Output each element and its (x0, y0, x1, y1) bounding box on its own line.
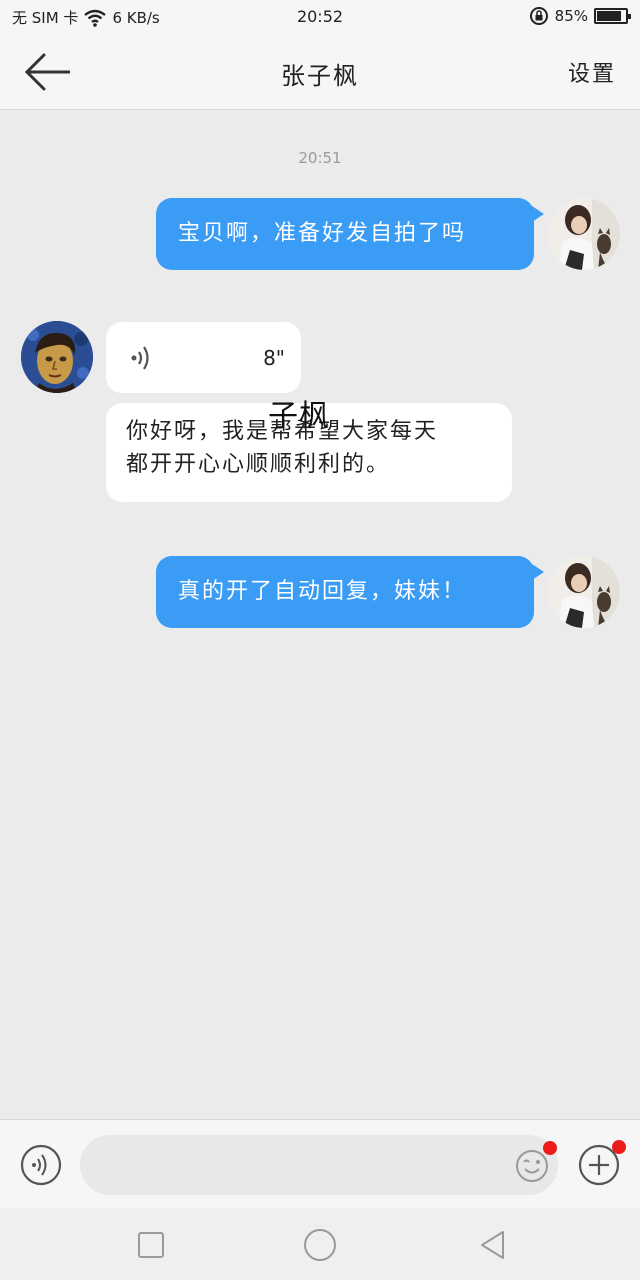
voice-input-button[interactable] (20, 1144, 62, 1190)
status-right: 85% (529, 6, 631, 26)
battery-icon (594, 8, 631, 24)
voice-wave-icon (131, 346, 149, 370)
battery-fill (597, 11, 621, 21)
recent-apps-button[interactable] (137, 1231, 165, 1263)
circle-icon (304, 1229, 336, 1261)
input-bar (0, 1119, 640, 1208)
friend-avatar[interactable] (21, 321, 93, 393)
chat-area[interactable]: 20:51 宝贝啊，准备好发自拍了吗 8" 你好呀，我是帮希望大家每天 都开开心… (0, 111, 640, 1119)
voice-duration: 8" (263, 346, 285, 370)
avatar-painting (21, 321, 93, 393)
status-bar: 无 SIM 卡 6 KB/s 20:52 85% (0, 0, 640, 34)
system-back-button[interactable] (478, 1229, 506, 1265)
voice-icon (20, 1144, 62, 1186)
avatar-photo (548, 556, 620, 628)
home-button[interactable] (303, 1228, 337, 1266)
emoji-badge (543, 1141, 557, 1155)
my-avatar[interactable] (548, 198, 620, 270)
overlay-signature-text: 子枫 (268, 399, 330, 434)
message-timestamp: 20:51 (298, 149, 342, 167)
outgoing-message[interactable]: 宝贝啊，准备好发自拍了吗 (156, 198, 544, 270)
triangle-back-icon (481, 1231, 504, 1259)
voice-message[interactable]: 8" (106, 322, 301, 393)
message-input[interactable] (80, 1135, 558, 1195)
outgoing-message[interactable]: 真的开了自动回复，妹妹！ (156, 556, 544, 628)
battery-percent: 85% (554, 7, 588, 25)
my-avatar[interactable] (548, 556, 620, 628)
emoji-button[interactable] (514, 1148, 550, 1188)
nav-bar: 张子枫 设置 (0, 34, 640, 110)
message-text: 宝贝啊，准备好发自拍了吗 (178, 221, 467, 247)
message-text: 真的开了自动回复，妹妹！ (178, 579, 467, 605)
settings-button[interactable]: 设置 (568, 56, 616, 88)
system-navigation-bar (0, 1208, 640, 1280)
avatar-photo (548, 198, 620, 270)
lock-rotation-icon (529, 7, 548, 25)
message-line: 都开开心心顺顺利利的。 (126, 452, 391, 477)
square-icon (138, 1232, 164, 1258)
chat-title: 张子枫 (281, 62, 359, 90)
more-badge (612, 1140, 626, 1154)
